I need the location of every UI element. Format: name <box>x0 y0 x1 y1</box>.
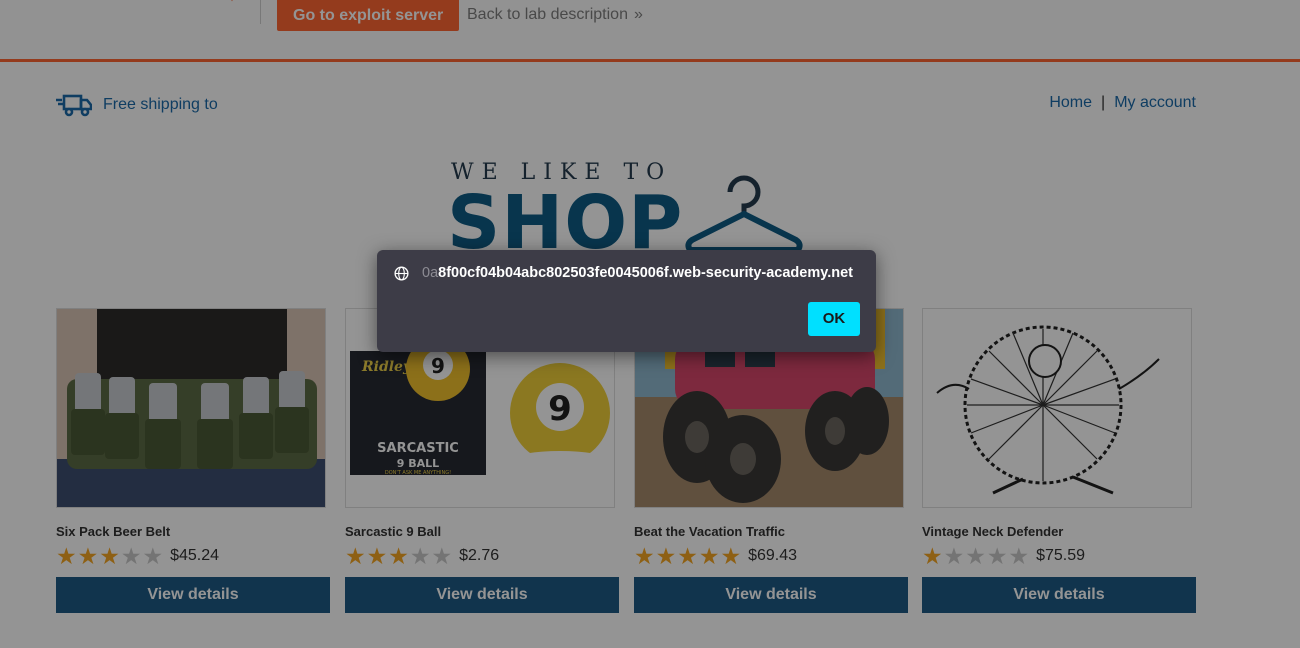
dialog-origin-url-faded: 0a <box>422 265 439 281</box>
ok-button[interactable]: OK <box>808 302 860 336</box>
alert-dialog: 0a8f00cf04b04abc802503fe0045006f.web-sec… <box>377 250 876 352</box>
globe-icon <box>394 265 409 281</box>
dialog-origin: 0a8f00cf04b04abc802503fe0045006f.web-sec… <box>394 265 853 281</box>
dialog-origin-url: 0a8f00cf04b04abc802503fe0045006f.web-sec… <box>422 265 853 281</box>
dialog-origin-url-main: 8f00cf04b04abc802503fe0045006f.web-secur… <box>438 265 853 281</box>
